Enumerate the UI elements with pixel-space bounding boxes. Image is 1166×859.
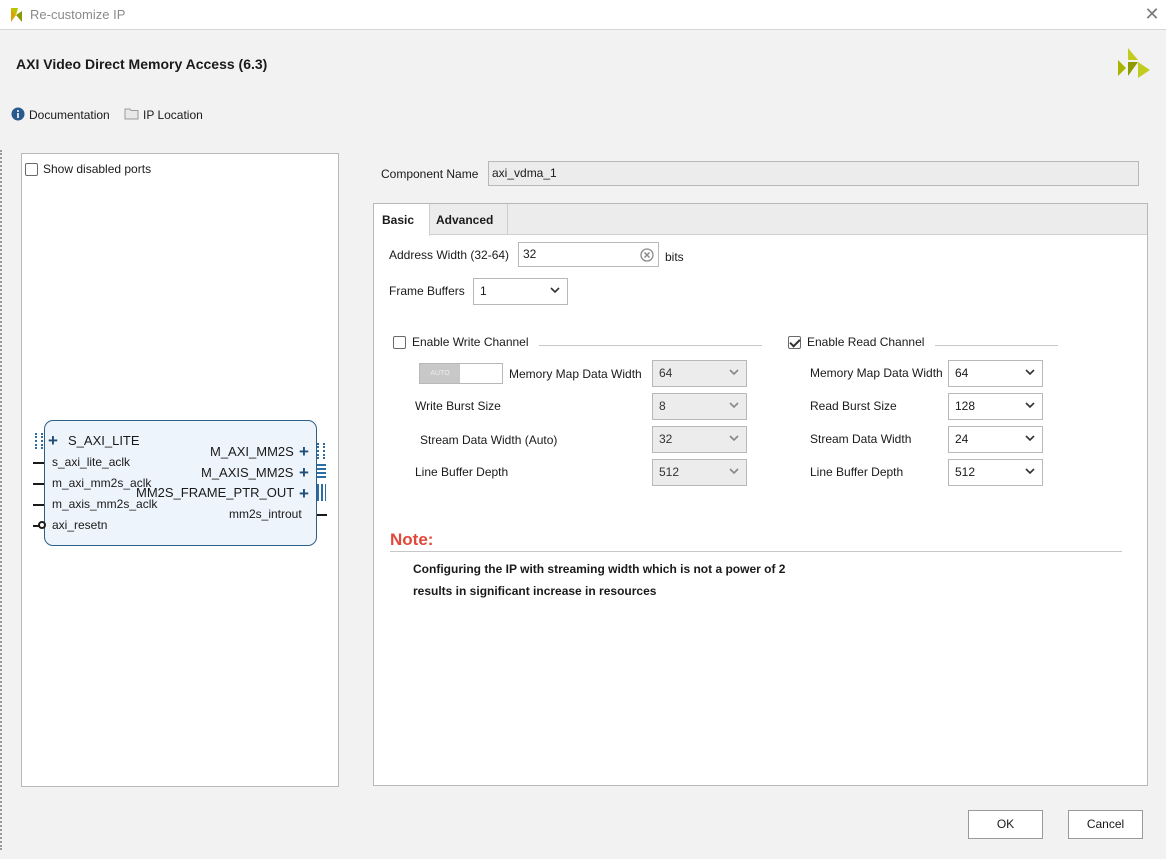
expand-plus-icon[interactable]: +: [48, 432, 58, 449]
write-stream-data-width-label: Stream Data Width (Auto): [420, 433, 558, 447]
ip-location-link[interactable]: IP Location: [124, 107, 203, 123]
chevron-down-icon: [1025, 369, 1035, 378]
port-s-axi-lite: S_AXI_LITE: [68, 433, 140, 448]
frame-buffers-value: 1: [480, 284, 487, 298]
note-line-1: Configuring the IP with streaming width …: [413, 562, 786, 576]
chevron-down-icon: [1025, 402, 1035, 411]
mm2s-frame-ptr-out-bus-connector: [317, 484, 326, 501]
clear-icon[interactable]: [640, 248, 654, 265]
component-name-field[interactable]: axi_vdma_1: [488, 161, 1139, 186]
auto-toggle-label: AUTO: [420, 364, 460, 383]
window-title: Re-customize IP: [30, 7, 126, 22]
write-stream-data-width-select[interactable]: 32: [652, 426, 747, 453]
documentation-label: Documentation: [29, 108, 110, 122]
write-stream-data-width-value: 32: [659, 432, 673, 446]
inverted-input-bubble: [38, 521, 46, 529]
wire: [33, 462, 44, 464]
dialog-header: AXI Video Direct Memory Access (6.3): [0, 31, 1166, 93]
enable-read-channel[interactable]: Enable Read Channel: [788, 335, 924, 349]
write-mm-data-width-value: 64: [659, 366, 673, 380]
write-burst-size-select[interactable]: 8: [652, 393, 747, 420]
read-burst-size-value: 128: [955, 399, 976, 413]
chevron-down-icon: [729, 402, 739, 411]
enable-write-channel-label: Enable Write Channel: [412, 335, 529, 349]
frame-buffers-label: Frame Buffers: [389, 284, 465, 298]
read-stream-data-width-label: Stream Data Width: [810, 432, 912, 446]
enable-write-channel-checkbox[interactable]: [393, 335, 406, 349]
chevron-down-icon: [729, 435, 739, 444]
write-burst-size-value: 8: [659, 399, 666, 413]
show-disabled-ports[interactable]: Show disabled ports: [25, 162, 151, 176]
show-disabled-ports-label: Show disabled ports: [43, 162, 152, 176]
expand-plus-icon[interactable]: +: [299, 485, 309, 502]
documentation-link[interactable]: Documentation: [11, 107, 110, 123]
section-divider: [935, 345, 1058, 346]
cancel-button[interactable]: Cancel: [1068, 810, 1143, 839]
chevron-down-icon: [729, 468, 739, 477]
ip-title: AXI Video Direct Memory Access (6.3): [16, 56, 268, 72]
xilinx-logo-icon: [1116, 46, 1152, 80]
write-line-buffer-depth-label: Line Buffer Depth: [415, 465, 509, 479]
component-name-label: Component Name: [381, 167, 479, 181]
wire: [33, 483, 44, 485]
write-line-buffer-depth-select[interactable]: 512: [652, 459, 747, 486]
enable-read-channel-checkbox[interactable]: [788, 335, 801, 349]
folder-icon: [124, 107, 139, 123]
port-mm2s-frame-ptr-out: MM2S_FRAME_PTR_OUT: [136, 485, 295, 500]
tab-advanced[interactable]: Advanced: [430, 204, 508, 235]
wire: [317, 514, 327, 516]
read-mm-data-width-select[interactable]: 64: [948, 360, 1043, 387]
expand-plus-icon[interactable]: +: [299, 443, 309, 460]
read-burst-size-select[interactable]: 128: [948, 393, 1043, 420]
note-title: Note:: [390, 530, 434, 549]
s-axi-lite-bus-connector: [35, 433, 43, 449]
title-bar: Re-customize IP ✕: [0, 0, 1166, 30]
section-divider: [539, 345, 762, 346]
write-burst-size-label: Write Burst Size: [415, 399, 501, 413]
read-mm-data-width-value: 64: [955, 366, 969, 380]
info-icon: [11, 107, 25, 124]
left-edge-border: [0, 150, 3, 850]
note-divider: [390, 551, 1122, 552]
read-line-buffer-depth-select[interactable]: 512: [948, 459, 1043, 486]
address-width-label: Address Width (32-64): [389, 248, 510, 262]
write-mm-data-width-select[interactable]: 64: [652, 360, 747, 387]
read-line-buffer-depth-value: 512: [955, 465, 976, 479]
read-mm-data-width-label: Memory Map Data Width: [810, 366, 943, 380]
close-icon[interactable]: ✕: [1142, 4, 1162, 24]
read-stream-data-width-value: 24: [955, 432, 969, 446]
ok-button[interactable]: OK: [968, 810, 1043, 839]
write-line-buffer-depth-value: 512: [659, 465, 680, 479]
frame-buffers-select[interactable]: 1: [473, 278, 568, 305]
xilinx-app-icon: [8, 7, 24, 23]
tab-strip: Basic Advanced: [374, 204, 1147, 236]
ip-location-label: IP Location: [143, 108, 203, 122]
chevron-down-icon: [1025, 435, 1035, 444]
read-line-buffer-depth-label: Line Buffer Depth: [810, 465, 904, 479]
note-line-2: results in significant increase in resou…: [413, 584, 657, 598]
show-disabled-ports-checkbox[interactable]: [25, 162, 38, 176]
port-s-axi-lite-aclk: s_axi_lite_aclk: [52, 455, 131, 469]
wire: [33, 504, 44, 506]
port-m-axi-mm2s: M_AXI_MM2S: [210, 444, 294, 459]
m-axi-mm2s-bus-connector: [317, 443, 325, 459]
read-stream-data-width-select[interactable]: 24: [948, 426, 1043, 453]
port-m-axis-mm2s: M_AXIS_MM2S: [201, 465, 294, 480]
auto-toggle[interactable]: AUTO: [419, 363, 503, 384]
write-mm-data-width-label: Memory Map Data Width: [509, 367, 642, 381]
port-axi-resetn: axi_resetn: [52, 518, 108, 532]
address-width-input[interactable]: 32: [518, 242, 659, 267]
tab-basic[interactable]: Basic: [374, 204, 430, 236]
chevron-down-icon: [1025, 468, 1035, 477]
enable-write-channel[interactable]: Enable Write Channel: [393, 335, 529, 349]
expand-plus-icon[interactable]: +: [299, 464, 309, 481]
address-width-unit: bits: [665, 250, 684, 264]
port-mm2s-introut: mm2s_introut: [229, 507, 302, 521]
enable-read-channel-label: Enable Read Channel: [807, 335, 925, 349]
m-axis-mm2s-bus-connector: [317, 464, 326, 480]
chevron-down-icon: [729, 369, 739, 378]
chevron-down-icon: [550, 287, 560, 296]
read-burst-size-label: Read Burst Size: [810, 399, 897, 413]
address-width-value: 32: [523, 247, 537, 261]
